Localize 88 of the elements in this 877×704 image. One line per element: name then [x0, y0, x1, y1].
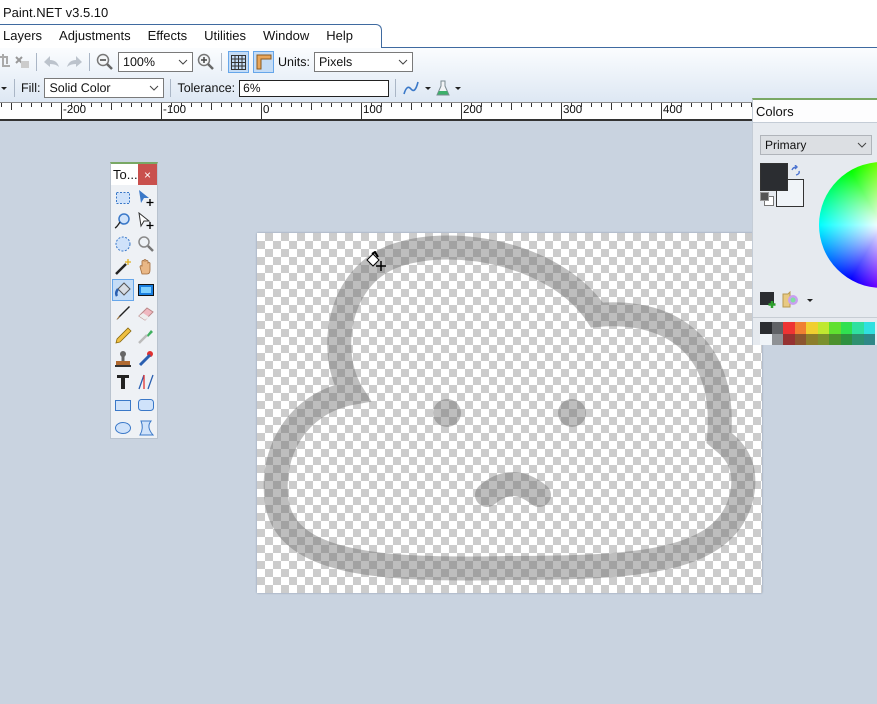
stamp-icon [114, 350, 132, 368]
palette-swatch[interactable] [806, 322, 818, 334]
ruler-label: 100 [363, 104, 382, 117]
freeform-shape-icon [137, 419, 155, 437]
palette-swatch[interactable] [783, 322, 794, 334]
caret-icon[interactable] [424, 86, 432, 90]
palette-swatch[interactable] [829, 322, 840, 334]
units-dropdown[interactable]: Pixels [314, 52, 413, 72]
units-label: Units: [278, 55, 310, 69]
color-picker-icon [137, 327, 155, 345]
primary-color-swatch[interactable] [760, 163, 788, 191]
palette-swatch[interactable] [864, 322, 875, 334]
palette-swatch[interactable] [794, 322, 806, 334]
deselect-icon[interactable] [14, 54, 30, 70]
fill-dropdown[interactable]: Solid Color [44, 78, 164, 98]
palette-swatch[interactable] [760, 322, 772, 334]
chevron-icon [178, 58, 188, 66]
palette-swatch[interactable] [806, 334, 818, 345]
crop-icon[interactable] [0, 54, 10, 70]
ruler-label: -100 [163, 104, 186, 117]
chevron-icon [857, 141, 867, 149]
fill-label: Fill: [21, 81, 40, 95]
palette-swatch[interactable] [840, 322, 852, 334]
curve-icon[interactable] [402, 80, 420, 96]
move-selection-icon [137, 212, 155, 230]
palette-swatch[interactable] [760, 334, 772, 345]
menu-item[interactable]: Adjustments [56, 25, 139, 48]
tolerance-field[interactable]: 6% [239, 80, 390, 96]
palette-swatch[interactable] [864, 334, 875, 345]
color-mode-dropdown[interactable]: Primary [760, 135, 872, 155]
palette-swatch[interactable] [852, 322, 864, 334]
close-button[interactable]: × [138, 164, 157, 185]
add-color-icon[interactable] [760, 292, 776, 308]
lasso-icon [114, 212, 132, 230]
paint-bucket-icon [114, 281, 132, 299]
ellipse-select-icon [114, 235, 132, 253]
chevron-icon [149, 84, 160, 92]
window-title: Paint.NET v3.5.10 [3, 4, 108, 20]
move-pixels-icon [137, 189, 155, 207]
text-icon [114, 373, 132, 391]
menu-item[interactable]: Effects [144, 25, 196, 48]
paint-bucket-cursor-icon [365, 251, 387, 273]
grid-toggle-button[interactable] [228, 51, 249, 73]
zoom-dropdown[interactable]: 100% [118, 52, 193, 72]
ellipse-icon [114, 419, 132, 437]
zoom-in-icon[interactable] [197, 53, 215, 71]
reset-colors-icon[interactable] [760, 192, 774, 206]
pencil-icon [114, 327, 132, 345]
magic-wand-icon [114, 258, 132, 276]
palette-swatch[interactable] [818, 334, 829, 345]
palette-swatch[interactable] [840, 334, 852, 345]
caret-icon[interactable] [806, 298, 814, 302]
grid-icon [231, 54, 246, 70]
zoom-out-icon[interactable] [96, 53, 114, 71]
stamp-tool-button[interactable] [112, 348, 134, 370]
window-title: Colors [756, 104, 794, 118]
swap-arrow-icon[interactable] [790, 165, 802, 177]
menu-item[interactable]: Utilities [201, 25, 254, 48]
menu-item[interactable]: Layers [0, 25, 50, 48]
palette-swatch[interactable] [818, 322, 829, 334]
palette-swatch[interactable] [794, 334, 806, 345]
ruler-label: 0 [263, 104, 270, 117]
caret-icon[interactable] [454, 86, 462, 90]
palette-swatch[interactable] [829, 334, 840, 345]
palette-folder-icon[interactable] [782, 291, 800, 309]
zoom-icon [137, 235, 155, 253]
recolor-icon [137, 350, 155, 368]
palette-swatch[interactable] [772, 334, 783, 345]
ruler-label: -200 [63, 104, 86, 117]
window-title: To... [112, 167, 138, 182]
line-curve-icon [137, 373, 155, 391]
menu-item[interactable]: Help [323, 25, 361, 48]
paintbrush-icon [114, 304, 132, 322]
palette-swatch[interactable] [852, 334, 864, 345]
palette-swatch[interactable] [772, 322, 783, 334]
gradient-icon [137, 281, 155, 299]
ruler-label: 300 [563, 104, 582, 117]
ruler-label: 400 [663, 104, 682, 117]
chevron-icon [398, 58, 408, 66]
paint-bucket-tool-button[interactable] [112, 279, 134, 301]
rounded-rectangle-icon [137, 396, 155, 414]
menu-item[interactable]: Window [260, 25, 318, 48]
rulers-toggle-button[interactable] [253, 51, 274, 73]
ruler-icon [256, 54, 272, 70]
tolerance-label: Tolerance: [177, 81, 236, 95]
caret-icon[interactable] [0, 86, 8, 90]
palette-swatch[interactable] [783, 334, 794, 345]
ruler-label: 200 [463, 104, 482, 117]
